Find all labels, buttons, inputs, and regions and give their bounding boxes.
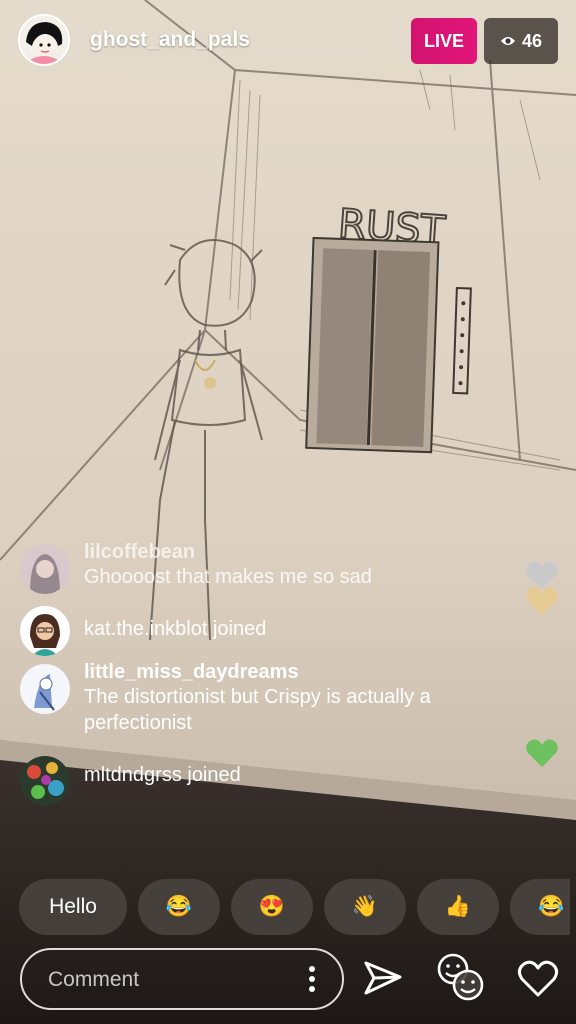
joiner-avatar[interactable] xyxy=(20,756,70,806)
host-username[interactable]: ghost_and_pals xyxy=(90,28,250,52)
quick-reaction-laugh[interactable]: 😂 xyxy=(138,879,220,935)
comment-item: little_miss_daydreams The distortionist … xyxy=(20,660,520,736)
comment-username[interactable]: little_miss_daydreams xyxy=(84,660,520,684)
emoji-faces-icon[interactable] xyxy=(433,950,487,1004)
quick-reactions-bar: Hello 😂 😍 👋 👍 😂😂 xyxy=(19,879,576,935)
eye-icon xyxy=(500,36,515,45)
quick-reaction-laugh-double[interactable]: 😂😂 xyxy=(510,879,570,935)
comment-text: The distortionist but Crispy is actually… xyxy=(84,686,431,734)
comment-input[interactable] xyxy=(46,965,280,995)
host-avatar[interactable] xyxy=(18,14,70,66)
live-badge: LIVE xyxy=(411,18,477,64)
comment-text: Ghoooost that makes me so sad xyxy=(84,566,372,588)
more-vertical-icon[interactable] xyxy=(308,966,316,994)
join-item: kat.the.inkblot joined xyxy=(20,606,520,656)
quick-reaction-thumbs-up[interactable]: 👍 xyxy=(417,879,499,935)
quick-reaction-wave[interactable]: 👋 xyxy=(324,879,406,935)
live-video-background: RUST xyxy=(0,0,576,1024)
commenter-avatar[interactable] xyxy=(20,544,70,594)
floating-heart-icon xyxy=(526,587,558,615)
live-header: ghost_and_pals LIVE 46 xyxy=(18,14,558,68)
comment-feed: lilcoffebean Ghoooost that makes me so s… xyxy=(20,540,520,806)
comment-item: lilcoffebean Ghoooost that makes me so s… xyxy=(20,540,520,594)
quick-reaction-heart-eyes[interactable]: 😍 xyxy=(231,879,313,935)
join-item: mltdndgrss joined xyxy=(20,754,520,806)
floating-heart-icon xyxy=(526,739,558,767)
viewer-count-badge[interactable]: 46 xyxy=(484,18,558,64)
joiner-avatar[interactable] xyxy=(20,606,70,656)
quick-reply-hello[interactable]: Hello xyxy=(19,879,127,935)
heart-icon[interactable] xyxy=(515,955,561,1001)
join-text: kat.the.inkblot joined xyxy=(84,618,267,640)
viewer-count: 46 xyxy=(521,31,543,51)
send-icon[interactable] xyxy=(360,955,406,1001)
join-text: mltdndgrss joined xyxy=(84,764,241,786)
commenter-avatar[interactable] xyxy=(20,664,70,714)
comment-input-container xyxy=(20,948,344,1010)
comment-username[interactable]: lilcoffebean xyxy=(84,540,520,564)
